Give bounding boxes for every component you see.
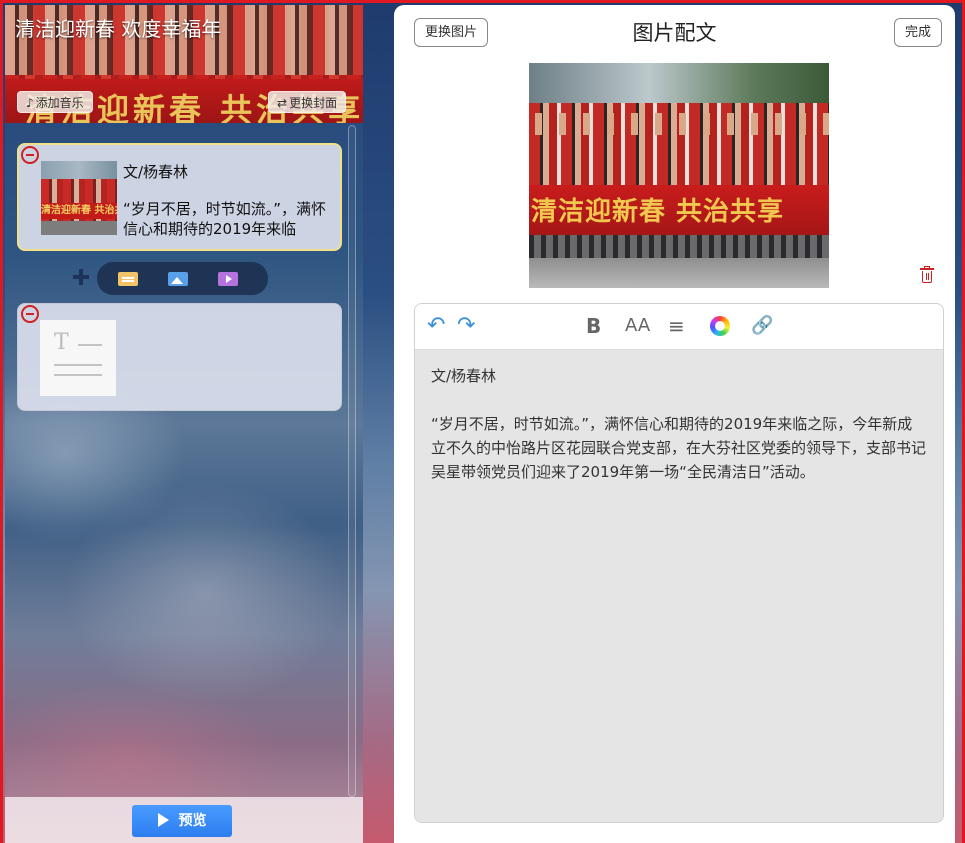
cover-image[interactable]: 清洁迎新春 共治共享 清洁迎新春 欢度幸福年 ♪ 添加音乐 ⇄ 更换封面 xyxy=(5,5,363,123)
text-placeholder-line xyxy=(54,374,102,376)
section-card-image-text[interactable]: 清洁迎新春 共治共享 文/杨春林 “岁月不居，时节如流。”，满怀信心和期待的20… xyxy=(17,143,342,251)
section-author: 文/杨春林 xyxy=(123,163,189,181)
article-outline-panel: 清洁迎新春 共治共享 清洁迎新春 欢度幸福年 ♪ 添加音乐 ⇄ 更换封面 清洁迎新春… xyxy=(5,5,363,843)
remove-section-icon[interactable] xyxy=(21,146,39,164)
bottom-bar: 预览 xyxy=(5,797,363,843)
add-text-icon[interactable] xyxy=(118,272,138,286)
music-note-icon: ♪ xyxy=(26,96,34,110)
text-placeholder-glyph: T xyxy=(54,330,69,355)
text-placeholder-line xyxy=(54,364,102,366)
font-size-icon[interactable]: AA xyxy=(625,314,650,338)
remove-section-icon[interactable] xyxy=(21,305,39,323)
panel-title: 图片配文 xyxy=(632,21,717,45)
preview-label: 预览 xyxy=(178,813,207,829)
text-placeholder-icon: T xyxy=(40,320,116,396)
change-cover-button[interactable]: ⇄ 更换封面 xyxy=(268,91,347,113)
cover-title[interactable]: 清洁迎新春 欢度幸福年 xyxy=(15,13,221,42)
editor-toolbar: ↶ ↷ B AA ≡ 🔗 xyxy=(415,304,943,350)
thumb-ground xyxy=(41,221,117,235)
add-music-label: 添加音乐 xyxy=(35,96,84,110)
editor-content[interactable]: 文/杨春林 “岁月不居，时节如流。”，满怀信心和期待的2019年来临之际，今年新… xyxy=(415,350,943,822)
change-cover-label: 更换封面 xyxy=(289,96,338,110)
preview-button[interactable]: 预览 xyxy=(132,805,232,837)
undo-icon[interactable]: ↶ xyxy=(427,314,445,338)
section-card-text[interactable]: T xyxy=(17,303,342,411)
outline-scrollbar[interactable] xyxy=(348,125,356,797)
trash-icon[interactable] xyxy=(920,266,934,283)
content-author: 文/杨春林 xyxy=(431,367,497,385)
photo-ground xyxy=(529,258,829,288)
add-image-icon[interactable] xyxy=(168,272,188,286)
section-thumbnail: 清洁迎新春 共治共享 xyxy=(41,161,117,235)
add-music-button[interactable]: ♪ 添加音乐 xyxy=(17,91,93,113)
photo-banner-text: 清洁迎新春 共治共享 xyxy=(531,197,785,227)
rich-text-editor: ↶ ↷ B AA ≡ 🔗 文/杨春林 “岁月不居，时节如流。”，满怀信心和期待的… xyxy=(414,303,944,823)
redo-icon[interactable]: ↷ xyxy=(457,314,475,338)
text-placeholder-line xyxy=(78,344,102,346)
content-body: “岁月不居，时节如流。”，满怀信心和期待的2019年来临之际，今年新成立不久的中… xyxy=(431,415,927,481)
link-icon[interactable]: 🔗 xyxy=(751,314,773,338)
image-caption-editor-panel: 更换图片 图片配文 完成 清洁迎新春 共治共享 ↶ ↷ B AA ≡ 🔗 文/杨… xyxy=(394,5,955,843)
text-color-icon[interactable] xyxy=(710,316,730,336)
swap-icon: ⇄ xyxy=(277,96,288,110)
bold-icon[interactable]: B xyxy=(586,314,601,338)
thumb-banner-text: 清洁迎新春 共治共享 xyxy=(41,203,117,219)
done-button[interactable]: 完成 xyxy=(894,18,943,47)
section-excerpt: “岁月不居，时节如流。”，满怀信心和期待的2019年来临 xyxy=(123,200,327,238)
photo-faces xyxy=(529,113,829,135)
trash-can xyxy=(922,271,932,283)
align-center-icon[interactable]: ≡ xyxy=(668,314,685,338)
thumb-sky xyxy=(41,161,117,179)
section-photo[interactable]: 清洁迎新春 共治共享 xyxy=(529,63,829,288)
trash-lid xyxy=(920,268,934,270)
photo-legs xyxy=(529,235,829,260)
play-icon xyxy=(157,813,169,827)
add-video-icon[interactable] xyxy=(218,272,238,286)
add-section-plus-icon[interactable] xyxy=(72,268,90,286)
